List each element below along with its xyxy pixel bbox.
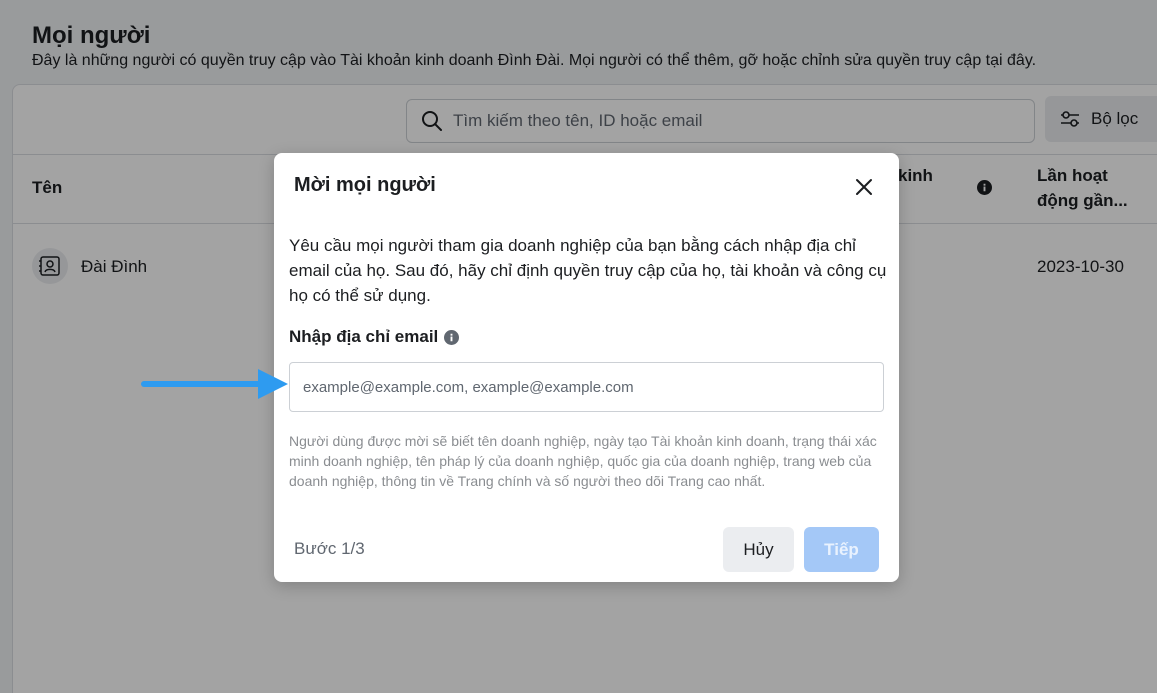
email-input[interactable] xyxy=(289,362,884,412)
close-icon xyxy=(856,179,872,195)
close-button[interactable] xyxy=(852,175,876,199)
privacy-notice: Người dùng được mời sẽ biết tên doanh ng… xyxy=(289,433,877,489)
dialog-intro: Yêu cầu mọi người tham gia doanh nghiệp … xyxy=(289,236,887,305)
arrow-icon xyxy=(141,369,288,399)
email-label-text: Nhập địa chỉ email xyxy=(289,327,439,346)
cancel-button[interactable]: Hủy xyxy=(723,527,794,572)
info-icon[interactable] xyxy=(444,329,460,345)
step-indicator: Bước 1/3 xyxy=(294,539,365,558)
invite-people-dialog: Mời mọi người Yêu cầu mọi người tham gia… xyxy=(274,153,899,582)
dialog-title: Mời mọi người xyxy=(294,174,436,196)
next-button[interactable]: Tiếp xyxy=(804,527,879,572)
email-label: Nhập địa chỉ email xyxy=(289,327,460,347)
